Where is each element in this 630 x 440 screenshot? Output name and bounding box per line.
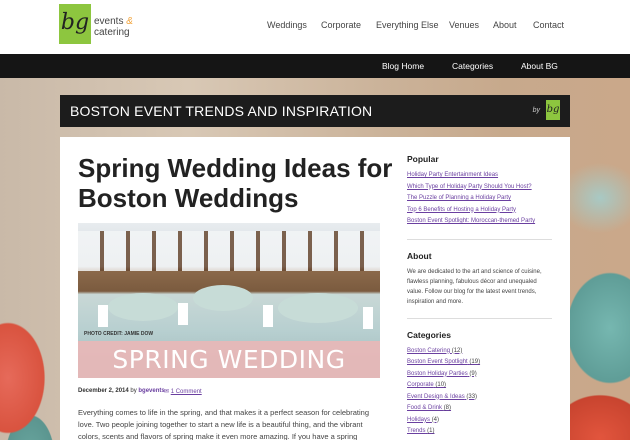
- popular-link[interactable]: The Puzzle of Planning a Holiday Party: [407, 193, 552, 205]
- categories-list: Boston Catering (12) Boston Event Spotli…: [407, 346, 552, 438]
- category-link[interactable]: Food & Drink (8): [407, 403, 552, 415]
- popular-heading: Popular: [407, 154, 439, 164]
- popular-link[interactable]: Holiday Party Entertainment Ideas: [407, 170, 552, 182]
- image-windows: [78, 231, 380, 271]
- by-label: by: [532, 107, 540, 114]
- popular-link[interactable]: Boston Event Spotlight: Moroccan-themed …: [407, 216, 552, 228]
- post-meta: December 2, 2014 by bgevents: [78, 388, 165, 394]
- popular-link[interactable]: Top 6 Benefits of Hosting a Holiday Part…: [407, 205, 552, 217]
- sidebar: Popular Holiday Party Entertainment Idea…: [407, 154, 552, 438]
- nav-corporate[interactable]: Corporate: [321, 20, 361, 30]
- image-chair: [363, 307, 373, 329]
- image-banner-text: SPRING WEDDING IDEAS: [78, 341, 380, 378]
- sidebar-divider: [407, 238, 552, 240]
- popular-link[interactable]: Which Type of Holiday Party Should You H…: [407, 182, 552, 194]
- content-card: Spring Wedding Ideas for Boston Weddings…: [60, 137, 570, 440]
- image-table-right: [278, 293, 358, 323]
- blog-title: BOSTON EVENT TRENDS AND INSPIRATION: [70, 103, 373, 119]
- comment-icon: ✉: [164, 389, 170, 395]
- sidebar-divider: [407, 317, 552, 319]
- nav-everything-else[interactable]: Everything Else: [376, 20, 439, 30]
- post-title[interactable]: Spring Wedding Ideas for Boston Weddings: [78, 153, 398, 213]
- post-excerpt: Everything comes to life in the spring, …: [78, 408, 369, 440]
- post-featured-image[interactable]: PHOTO CREDIT: JAMIE DOW SPRING WEDDING I…: [78, 223, 380, 378]
- category-link[interactable]: Event Design & Ideas (33): [407, 392, 552, 404]
- post-by-label: by: [130, 388, 137, 394]
- category-link[interactable]: Holidays (4): [407, 415, 552, 427]
- logo-line-events: events &: [94, 16, 133, 27]
- logo-ampersand: &: [126, 16, 133, 27]
- image-chair: [263, 305, 273, 327]
- blog-nav-bar: Blog Home Categories About BG: [0, 54, 630, 78]
- category-link[interactable]: Trends (1): [407, 426, 552, 438]
- post-date: December 2, 2014: [78, 388, 129, 394]
- nav-weddings[interactable]: Weddings: [267, 20, 307, 30]
- blog-nav-about[interactable]: About BG: [521, 61, 558, 71]
- image-credit: PHOTO CREDIT: JAMIE DOW: [84, 331, 154, 337]
- nav-about[interactable]: About: [493, 20, 517, 30]
- categories-heading: Categories: [407, 329, 451, 340]
- bg-logo-icon[interactable]: bg: [59, 4, 91, 44]
- image-table-center: [193, 285, 253, 311]
- category-link[interactable]: Boston Catering (12): [407, 346, 552, 358]
- category-link[interactable]: Boston Event Spotlight (19): [407, 357, 552, 369]
- comment-count[interactable]: 1 Comment: [171, 389, 202, 395]
- image-table-left: [108, 293, 178, 321]
- logo-text[interactable]: events & catering: [94, 16, 133, 38]
- popular-list: Holiday Party Entertainment Ideas Which …: [407, 170, 552, 228]
- nav-contact[interactable]: Contact: [533, 20, 564, 30]
- nav-venues[interactable]: Venues: [449, 20, 479, 30]
- bg-mini-logo-icon[interactable]: bg: [546, 100, 560, 120]
- about-text: We are dedicated to the art and science …: [407, 268, 542, 305]
- post-author-link[interactable]: bgevents: [138, 388, 164, 394]
- image-chair: [178, 303, 188, 325]
- blog-nav-home[interactable]: Blog Home: [382, 61, 424, 71]
- comment-link[interactable]: ✉ 1 Comment: [164, 388, 202, 395]
- category-link[interactable]: Corporate (10): [407, 380, 552, 392]
- image-chair: [98, 305, 108, 327]
- about-heading: About: [407, 250, 432, 261]
- site-header: bg events & catering Weddings Corporate …: [0, 0, 630, 54]
- blog-title-band: BOSTON EVENT TRENDS AND INSPIRATION by b…: [60, 95, 570, 127]
- category-link[interactable]: Boston Holiday Parties (9): [407, 369, 552, 381]
- logo-line-catering: catering: [94, 27, 130, 38]
- blog-nav-categories[interactable]: Categories: [452, 61, 493, 71]
